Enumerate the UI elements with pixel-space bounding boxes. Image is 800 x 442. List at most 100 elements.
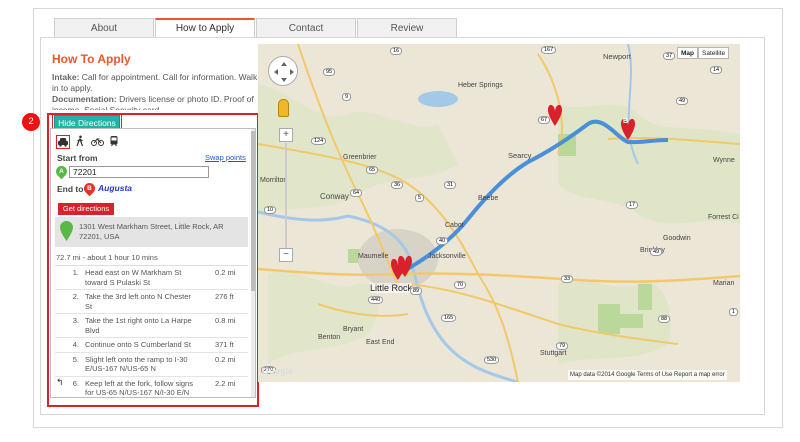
highway-shield: 89 bbox=[410, 287, 423, 295]
pan-control[interactable] bbox=[268, 56, 298, 86]
zoom-out-button[interactable]: − bbox=[279, 248, 293, 262]
transit-icon[interactable] bbox=[107, 135, 121, 149]
travel-modes bbox=[56, 135, 121, 149]
city-label: Searcy bbox=[508, 151, 532, 160]
documentation-label: Documentation: bbox=[52, 94, 117, 104]
city-label: Jacksonville bbox=[428, 253, 466, 260]
highway-shield: 88 bbox=[658, 315, 671, 323]
bike-icon[interactable] bbox=[90, 135, 104, 149]
city-label: Conway bbox=[320, 192, 349, 201]
panel-scrollbar[interactable] bbox=[251, 129, 255, 397]
end-destination: Augusta bbox=[98, 183, 132, 193]
highway-shield: 49 bbox=[676, 97, 689, 105]
highway-shield: 65 bbox=[366, 166, 379, 174]
step-text: Head east on W Markham St toward S Pulas… bbox=[85, 268, 182, 287]
get-directions-button[interactable]: Get directions bbox=[58, 203, 114, 215]
direction-step[interactable]: 3. Take the 1st right onto La Harpe Blvd 0… bbox=[55, 314, 248, 338]
apply-info: Intake: Call for appointment. Call for i… bbox=[52, 72, 258, 110]
highway-shield: 70 bbox=[454, 281, 467, 289]
annotation-badge-2: 2 bbox=[22, 113, 40, 131]
highway-shield: 37 bbox=[663, 52, 676, 60]
highway-shield: 36 bbox=[391, 181, 404, 189]
highway-shield: 64 bbox=[350, 189, 363, 197]
step-distance: 0.2 mi bbox=[215, 354, 236, 364]
city-label: Morrilton bbox=[260, 177, 288, 184]
swap-points-link[interactable]: Swap points bbox=[205, 153, 246, 162]
city-label: Stuttgart bbox=[540, 350, 567, 357]
step-distance: 0.2 mi bbox=[215, 268, 236, 277]
tab-about[interactable]: About bbox=[54, 18, 154, 38]
highway-shield: 9 bbox=[342, 93, 352, 101]
zoom-in-button[interactable]: + bbox=[279, 128, 293, 142]
highway-shield: 16 bbox=[390, 47, 403, 55]
pin-a-icon: A bbox=[53, 163, 70, 180]
highway-shield: 40 bbox=[436, 237, 449, 245]
city-label: Little Rock bbox=[370, 283, 413, 293]
start-address-box: 1301 West Markham Street, Little Rock, A… bbox=[55, 217, 248, 247]
city-label: Forrest Ci bbox=[708, 214, 739, 221]
pin-b-icon: B bbox=[81, 180, 98, 197]
start-input[interactable]: 72201 bbox=[69, 166, 209, 178]
step-distance: 2.2 mi bbox=[215, 378, 236, 388]
city-label: Benton bbox=[318, 334, 341, 341]
map-view[interactable]: B Newport Heber Springs Searcy Greenbrie… bbox=[258, 44, 740, 382]
intake-label: Intake: bbox=[52, 72, 80, 82]
step-text: Slight left onto the ramp to I-30 E/US-1… bbox=[85, 354, 188, 374]
city-label: Maumelle bbox=[358, 253, 389, 260]
highway-shield: 165 bbox=[441, 314, 457, 322]
city-label: Goodwin bbox=[663, 235, 691, 242]
intake-text: Call for appointment. Call for informati… bbox=[52, 72, 258, 93]
city-label: Heber Springs bbox=[458, 82, 503, 89]
map-type-control: Map Satellite bbox=[677, 47, 730, 59]
map-type-satellite-button[interactable]: Satellite bbox=[698, 47, 730, 59]
highway-shield: 1 bbox=[729, 308, 739, 316]
directions-panel: Start from Swap points A 72201 End to B … bbox=[50, 128, 256, 398]
start-address: 1301 West Markham Street, Little Rock, A… bbox=[79, 222, 224, 241]
city-label: Cabot bbox=[445, 222, 464, 229]
highway-shield: 17 bbox=[626, 201, 639, 209]
step-number: 6. bbox=[72, 378, 79, 388]
direction-step[interactable]: 1. Head east on W Markham St toward S Pul… bbox=[55, 266, 248, 290]
zoom-slider-track[interactable] bbox=[285, 143, 287, 249]
direction-step[interactable]: 2. Take the 3rd left onto N Chester St 276… bbox=[55, 290, 248, 314]
map-type-map-button[interactable]: Map bbox=[677, 47, 698, 59]
highway-shield: 14 bbox=[710, 66, 723, 74]
tab-bar: About How to Apply Contact Review bbox=[54, 18, 458, 38]
direction-step[interactable]: 4. Continue onto S Cumberland St 371 ft bbox=[55, 338, 248, 353]
highway-shield: 95 bbox=[323, 68, 336, 76]
walk-icon[interactable] bbox=[73, 135, 87, 149]
step-distance: 276 ft bbox=[215, 292, 234, 301]
google-logo: Google bbox=[262, 366, 293, 376]
map-canvas[interactable] bbox=[258, 44, 740, 382]
map-attribution[interactable]: Map data ©2014 Google Terms of Use Repor… bbox=[568, 370, 727, 380]
tab-how-to-apply[interactable]: How to Apply bbox=[155, 18, 255, 38]
city-label: Beebe bbox=[478, 195, 499, 202]
city-label: East End bbox=[366, 339, 395, 346]
step-number: 5. bbox=[72, 354, 79, 364]
highway-shield: 167 bbox=[541, 46, 557, 54]
highway-shield: 530 bbox=[484, 356, 500, 364]
highway-shield: 124 bbox=[311, 137, 327, 145]
step-text: Take the 3rd left onto N Chester St bbox=[85, 292, 191, 311]
highway-shield: 440 bbox=[368, 296, 384, 304]
step-text: Keep left at the fork, follow signs for … bbox=[85, 378, 193, 398]
city-label: Wynne bbox=[713, 157, 735, 164]
step-text: Take the 1st right onto La Harpe Blvd bbox=[85, 316, 192, 335]
step-number: 1. bbox=[72, 268, 79, 277]
city-label: Greenbrier bbox=[343, 154, 377, 161]
scrollbar-thumb[interactable] bbox=[251, 131, 255, 291]
step-text: Continue onto S Cumberland St bbox=[85, 340, 191, 349]
marker-a-icon bbox=[60, 221, 73, 241]
car-icon[interactable] bbox=[56, 135, 70, 149]
highway-shield: 33 bbox=[561, 275, 574, 283]
pegman-icon[interactable] bbox=[278, 99, 289, 117]
tab-contact[interactable]: Contact bbox=[256, 18, 356, 38]
direction-step[interactable]: ↰ 6. Keep left at the fork, follow signs f… bbox=[55, 377, 248, 398]
pin-a-letter: A bbox=[59, 168, 64, 175]
highway-shield: 31 bbox=[444, 181, 457, 189]
hide-directions-button[interactable]: Hide Directions bbox=[54, 115, 120, 129]
map-pin-b-letter: B bbox=[623, 118, 629, 125]
step-distance: 0.8 mi bbox=[215, 316, 236, 325]
tab-review[interactable]: Review bbox=[357, 18, 457, 38]
direction-step[interactable]: 5. Slight left onto the ramp to I-30 E/US… bbox=[55, 353, 248, 377]
